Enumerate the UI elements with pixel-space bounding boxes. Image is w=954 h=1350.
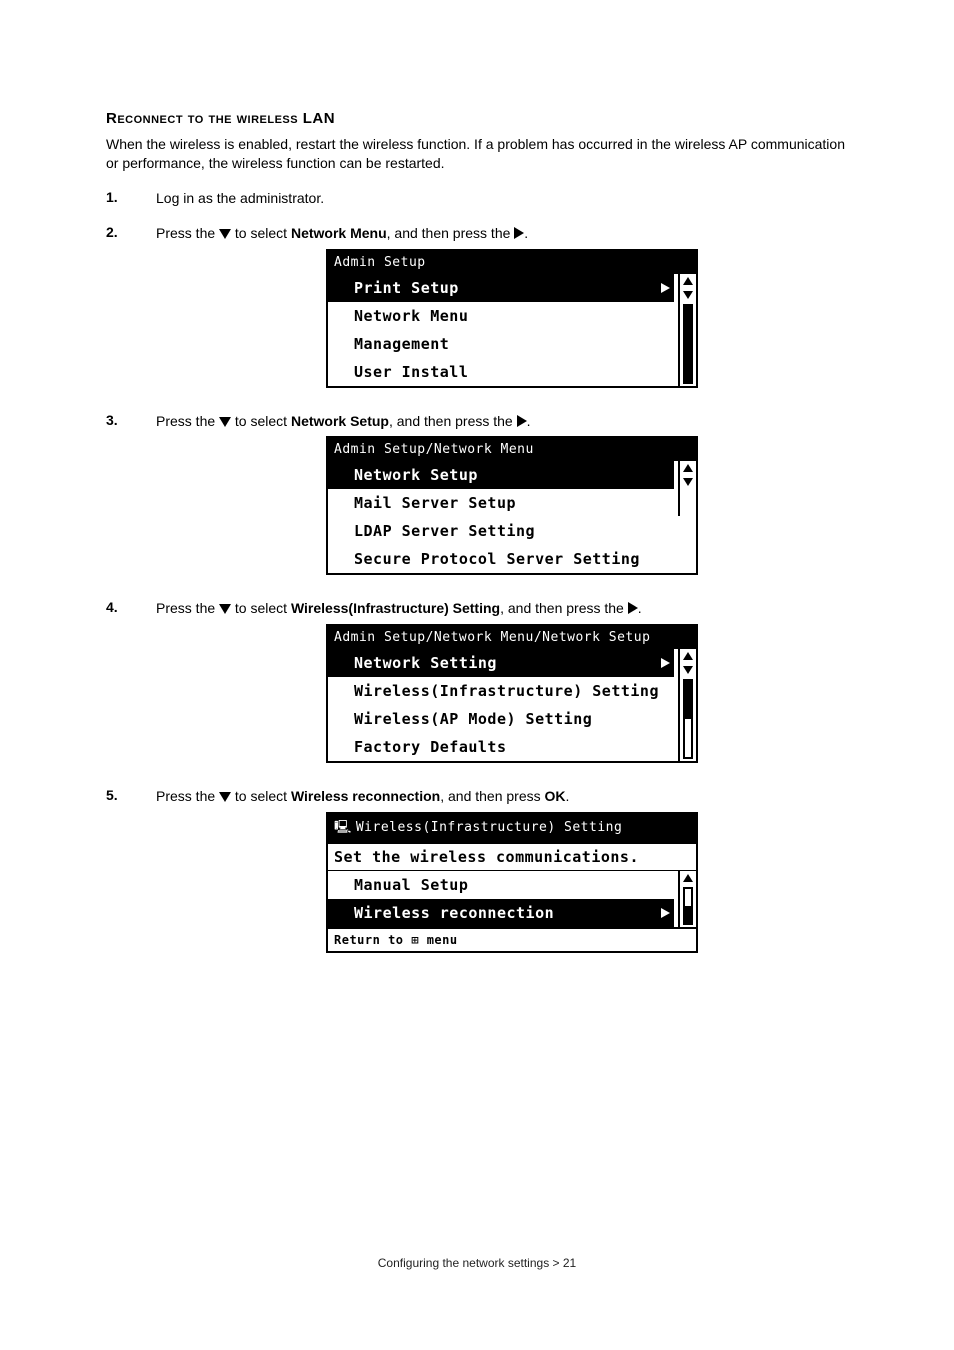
select-arrow-icon <box>661 654 670 672</box>
step-number: 1. <box>106 189 156 205</box>
step-text: Log in as the administrator. <box>156 189 848 208</box>
right-arrow-icon <box>517 415 527 427</box>
lcd-panel: Admin Setup Print Setup Network Menu Ma <box>326 249 698 388</box>
menu-item[interactable]: Wireless reconnection <box>328 899 674 927</box>
step-number: 2. <box>106 224 156 240</box>
menu-item[interactable]: Secure Protocol Server Setting <box>328 545 674 573</box>
menu-item[interactable]: Factory Defaults <box>328 733 674 761</box>
scroll-up-icon[interactable] <box>680 649 696 663</box>
menu-item[interactable]: Network Menu <box>328 302 674 330</box>
scroll-track[interactable] <box>683 304 693 384</box>
page-footer: Configuring the network settings > 21 <box>0 1256 954 1270</box>
lcd-panel: 🖳Wireless(Infrastructure) Setting Set th… <box>326 812 698 953</box>
step-text: Press the to select Network Setup, and t… <box>156 412 848 431</box>
step-text: Press the to select Wireless(Infrastruct… <box>156 599 848 618</box>
menu-item[interactable]: Network Setting <box>328 649 674 677</box>
lcd-panel: Admin Setup/Network Menu/Network Setup N… <box>326 624 698 763</box>
menu-item[interactable]: Print Setup <box>328 274 674 302</box>
menu-item[interactable]: User Install <box>328 358 674 386</box>
scroll-down-icon[interactable] <box>680 475 696 489</box>
lcd-panel: Admin Setup/Network Menu Network Setup M… <box>326 436 698 575</box>
menu-item[interactable]: Wireless(Infrastructure) Setting <box>328 677 674 705</box>
scroll-down-icon[interactable] <box>680 663 696 677</box>
scrollbar[interactable] <box>678 274 696 386</box>
menu-item[interactable]: Mail Server Setup <box>328 489 674 517</box>
scrollbar[interactable] <box>678 871 696 927</box>
panel-header: Admin Setup <box>328 251 696 274</box>
scroll-up-icon[interactable] <box>680 274 696 288</box>
panel-subtitle: Set the wireless communications. <box>328 844 696 871</box>
menu-item[interactable]: Management <box>328 330 674 358</box>
step-text: Press the to select Network Menu, and th… <box>156 224 848 243</box>
step-text: Press the to select Wireless reconnectio… <box>156 787 848 806</box>
right-arrow-icon <box>628 602 638 614</box>
panel-header: 🖳Wireless(Infrastructure) Setting <box>328 814 696 844</box>
down-arrow-icon <box>219 604 231 614</box>
monitor-icon: 🖳 <box>334 818 352 840</box>
panel-footer: Return to ⊞ menu <box>328 927 696 951</box>
menu-item[interactable]: Wireless(AP Mode) Setting <box>328 705 674 733</box>
scroll-up-icon[interactable] <box>680 871 696 885</box>
panel-header: Admin Setup/Network Menu/Network Setup <box>328 626 696 649</box>
step-number: 3. <box>106 412 156 428</box>
section-heading: Reconnect to the wireless LAN <box>106 110 848 127</box>
menu-item[interactable]: Manual Setup <box>328 871 674 899</box>
step-number: 4. <box>106 599 156 615</box>
select-arrow-icon <box>661 279 670 297</box>
scroll-up-icon[interactable] <box>680 461 696 475</box>
right-arrow-icon <box>514 227 524 239</box>
panel-header: Admin Setup/Network Menu <box>328 438 696 461</box>
down-arrow-icon <box>219 417 231 427</box>
menu-item[interactable]: Network Setup <box>328 461 674 489</box>
down-arrow-icon <box>219 792 231 802</box>
down-arrow-icon <box>219 229 231 239</box>
scroll-track[interactable] <box>683 887 693 925</box>
select-arrow-icon <box>661 904 670 922</box>
select-arrow-icon <box>661 466 670 484</box>
intro-paragraph: When the wireless is enabled, restart th… <box>106 135 848 173</box>
step-number: 5. <box>106 787 156 803</box>
menu-item[interactable]: LDAP Server Setting <box>328 517 674 545</box>
scroll-down-icon[interactable] <box>680 288 696 302</box>
scrollbar[interactable] <box>678 461 696 516</box>
scrollbar[interactable] <box>678 649 696 761</box>
scroll-track[interactable] <box>683 679 693 759</box>
